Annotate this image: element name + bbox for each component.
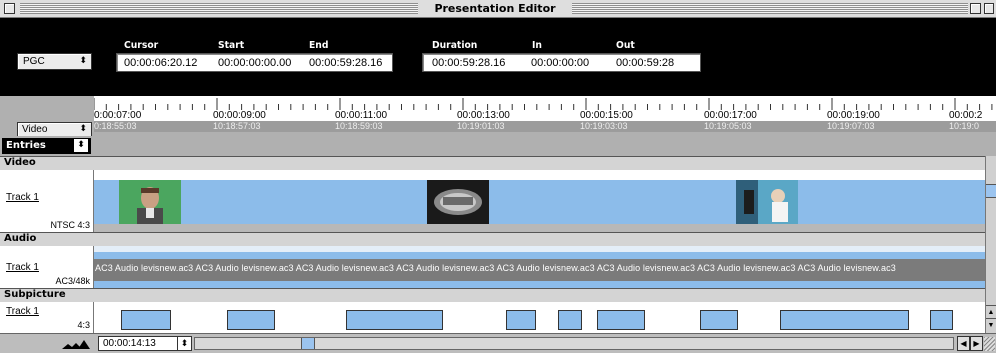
ruler-alt-label: 10:19:07:03 — [827, 121, 875, 131]
ruler-time-label: 00:00:13:00 — [457, 110, 510, 121]
cursor-label: Cursor — [124, 40, 159, 51]
ruler-time-label: 00:00:19:00 — [827, 110, 880, 121]
ruler-time-label: 00:00:17:00 — [704, 110, 757, 121]
audio-section-header: Audio — [0, 232, 996, 246]
ruler-alt-label: 0:18:55:03 — [94, 121, 137, 131]
subpicture-block[interactable] — [121, 310, 171, 330]
timeline-ruler: 0:00:07:00 00:00:09:00 00:00:11:00 00:00… — [0, 96, 996, 136]
subpicture-block[interactable] — [700, 310, 738, 330]
ruler-ticks[interactable] — [94, 96, 996, 110]
ruler-alt-label: 10:18:57:03 — [213, 121, 261, 131]
pgc-select[interactable]: PGC ⬍ — [17, 53, 92, 70]
audio-lane-band — [94, 252, 985, 259]
ruler-tick-marks — [94, 98, 993, 110]
start-value[interactable]: 00:00:00:00.00 — [218, 57, 291, 69]
video-lane-top — [94, 170, 985, 180]
subpicture-track-lane[interactable] — [94, 302, 985, 333]
video-track-header[interactable]: Track 1 NTSC 4:3 — [0, 170, 94, 232]
ruler-alt-label: 10:19:03:03 — [580, 121, 628, 131]
subpicture-block[interactable] — [506, 310, 536, 330]
pgc-select-label: PGC — [23, 56, 45, 67]
up-down-arrows-icon[interactable]: ⬍ — [177, 337, 191, 350]
audio-track-label[interactable]: Track 1 — [6, 262, 39, 273]
video-track-format: NTSC 4:3 — [50, 220, 90, 230]
video-thumbnail-globe[interactable] — [427, 180, 489, 224]
view-select[interactable]: Video ⬍ — [17, 122, 92, 137]
subpicture-block[interactable] — [780, 310, 909, 330]
scroll-right-arrow-icon[interactable]: ▶ — [970, 336, 983, 351]
scroll-up-arrow-icon[interactable]: ▲ — [986, 305, 996, 318]
view-select-label: Video — [22, 124, 48, 135]
video-thumbnail-lab[interactable] — [736, 180, 798, 224]
audio-track-lane[interactable]: AC3 Audio levisnew.ac3 AC3 Audio levisne… — [94, 259, 985, 281]
subpicture-block[interactable] — [930, 310, 953, 330]
header-panel: PGC ⬍ Cursor Start End Duration In Out 0… — [0, 18, 996, 96]
audio-section-title: Audio — [4, 233, 37, 244]
up-down-arrows-icon: ⬍ — [74, 139, 88, 152]
entries-select[interactable]: Entries ⬍ — [2, 138, 91, 154]
zoom-timecode-field[interactable]: 00:00:14:13 ⬍ — [98, 336, 192, 351]
in-label: In — [532, 40, 542, 51]
video-track-label[interactable]: Track 1 — [6, 192, 39, 203]
up-down-arrows-icon: ⬍ — [79, 55, 87, 65]
subpicture-block[interactable] — [597, 310, 645, 330]
subpicture-track-format: 4:3 — [77, 320, 90, 330]
scroll-left-arrow-icon[interactable]: ◀ — [957, 336, 970, 351]
zoom-mountains-icon[interactable] — [60, 337, 90, 351]
subpicture-track-header[interactable]: Track 1 4:3 — [0, 302, 94, 333]
zoom-box[interactable] — [970, 3, 981, 14]
scroll-down-arrow-icon[interactable]: ▼ — [986, 318, 996, 332]
ruler-alt-label: 10:19:0 — [949, 121, 980, 131]
ruler-alt-label: 10:19:01:03 — [457, 121, 505, 131]
up-down-arrows-icon: ⬍ — [79, 123, 87, 133]
ruler-alt-label: 10:18:59:03 — [335, 121, 383, 131]
subpicture-block[interactable] — [227, 310, 275, 330]
out-label: Out — [616, 40, 635, 51]
entries-row: Entries ⬍ — [0, 136, 996, 156]
end-label: End — [309, 40, 329, 51]
ruler-alt-label: 10:19:05:03 — [704, 121, 752, 131]
title-stripes-left — [20, 3, 418, 14]
start-label: Start — [218, 40, 245, 51]
vertical-scroll-thumb[interactable] — [986, 184, 996, 198]
in-value[interactable]: 00:00:00:00 — [531, 57, 589, 69]
audio-lane-bottom — [94, 281, 985, 288]
zoom-timecode-value: 00:00:14:13 — [103, 338, 156, 349]
video-section-title: Video — [4, 157, 36, 168]
duration-label: Duration — [432, 40, 478, 51]
window-title: Presentation Editor — [420, 1, 570, 17]
horizontal-scroll-thumb[interactable] — [301, 338, 315, 349]
bottom-bar: 00:00:14:13 ⬍ ◀ ▶ — [0, 333, 996, 353]
ruler-time-label: 00:00:09:00 — [213, 110, 266, 121]
title-bar[interactable]: Presentation Editor — [0, 0, 996, 18]
ruler-time-label: 00:00:11:00 — [335, 110, 388, 121]
collapse-box[interactable] — [984, 3, 994, 14]
end-value[interactable]: 00:00:59:28.16 — [309, 57, 382, 69]
audio-clip-text: AC3 Audio levisnew.ac3 AC3 Audio levisne… — [95, 263, 896, 273]
vertical-scrollbar[interactable]: ▲ ▼ — [985, 156, 996, 333]
subpicture-block[interactable] — [346, 310, 443, 330]
title-stripes-right — [572, 3, 968, 14]
ruler-time-label: 0:00:07:00 — [94, 110, 142, 121]
resize-grip-icon[interactable] — [984, 337, 995, 351]
subpicture-section-title: Subpicture — [4, 289, 66, 300]
entries-label: Entries — [6, 140, 46, 151]
duration-value[interactable]: 00:00:59:28.16 — [432, 57, 505, 69]
out-value[interactable]: 00:00:59:28 — [616, 57, 674, 69]
close-box[interactable] — [4, 3, 15, 14]
ruler-time-label: 00:00:2 — [949, 110, 983, 121]
video-section-header: Video — [0, 156, 996, 170]
subpicture-section-header: Subpicture — [0, 288, 996, 302]
audio-track-format: AC3/48k — [55, 276, 90, 286]
video-track-lane[interactable] — [94, 180, 985, 224]
ruler-time-label: 00:00:15:00 — [580, 110, 633, 121]
horizontal-scrollbar[interactable] — [194, 337, 954, 350]
audio-track-header[interactable]: Track 1 AC3/48k — [0, 246, 94, 288]
cursor-value[interactable]: 00:00:06:20.12 — [124, 57, 197, 69]
video-thumbnail-man[interactable] — [119, 180, 181, 224]
subpicture-block[interactable] — [558, 310, 582, 330]
subpicture-track-label[interactable]: Track 1 — [6, 306, 39, 317]
